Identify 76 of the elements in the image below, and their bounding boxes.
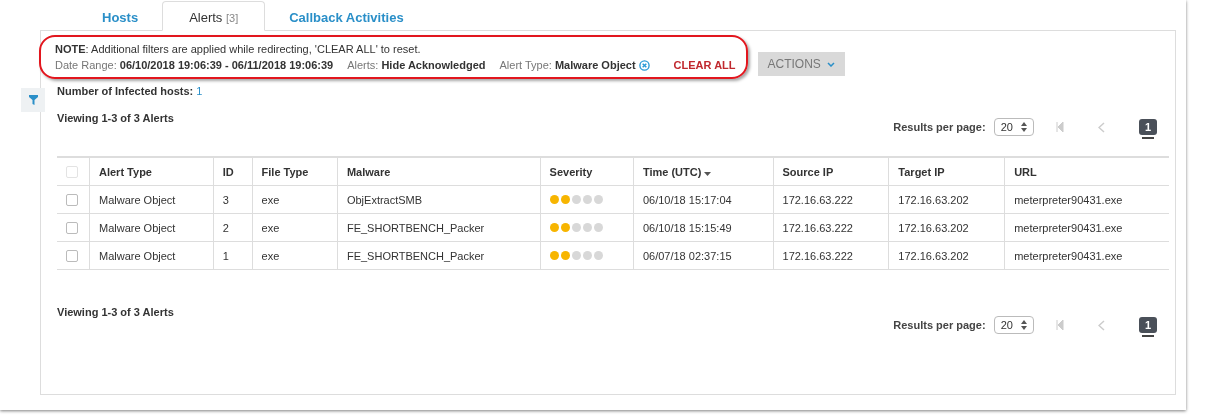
severity-dot	[560, 194, 570, 204]
row-checkbox[interactable]	[66, 194, 78, 207]
updown-icon	[1020, 122, 1027, 132]
table-cell: 172.16.63.222	[782, 249, 853, 262]
remove-icon[interactable]	[638, 59, 650, 71]
column-header[interactable]: URL	[1014, 165, 1037, 178]
filter-icon	[28, 95, 38, 105]
column-header[interactable]: Alert Type	[99, 165, 152, 178]
table-cell: exe	[261, 221, 280, 234]
table-cell: Malware Object	[99, 221, 176, 234]
severity-dot	[571, 222, 581, 232]
first-page-icon[interactable]	[1055, 122, 1064, 132]
severity-dot	[560, 250, 570, 260]
filter-value: Hide Acknowledged	[381, 59, 486, 71]
results-per-page-label: Results per page:	[893, 319, 986, 331]
viewing-count: Viewing 1-3 of 3 Alerts	[57, 306, 174, 320]
tab[interactable]: Hosts	[102, 4, 139, 31]
table-cell: 172.16.63.202	[898, 193, 969, 206]
note-text: NOTE: Additional filters are applied while redirecting, 'CLEAR ALL' to reset.	[55, 43, 422, 55]
table-cell: Malware Object	[99, 249, 176, 262]
table-cell: Malware Object	[99, 193, 176, 206]
first-page-icon[interactable]	[1055, 320, 1064, 330]
severity-dot	[593, 222, 603, 232]
filter-value: 06/10/2018 19:06:39 - 06/11/2018 19:06:39	[119, 59, 334, 71]
severity-dot	[593, 250, 603, 260]
severity-dot	[571, 194, 581, 204]
table-cell: meterpreter90431.exe	[1014, 221, 1123, 234]
column-header[interactable]: ID	[222, 165, 234, 178]
updown-icon	[1020, 320, 1027, 330]
viewing-count: Viewing 1-3 of 3 Alerts	[57, 112, 175, 124]
table-cell: FE_SHORTBENCH_Packer	[346, 221, 485, 234]
row-checkbox[interactable]	[66, 250, 78, 263]
table-cell: 172.16.63.222	[782, 193, 853, 206]
severity-dot	[582, 194, 592, 204]
filter-value: Malware Object	[554, 59, 636, 71]
clear-all-link[interactable]: CLEAR ALL	[673, 59, 736, 71]
filter-label: Alerts:	[347, 59, 379, 71]
infected-hosts-count: Number of Infected hosts: 1	[57, 85, 204, 97]
severity-dot	[593, 194, 603, 204]
severity-dot	[582, 250, 592, 260]
table-cell: 06/07/18 02:37:15	[642, 249, 732, 262]
severity-dot	[560, 222, 570, 232]
severity-dot	[549, 250, 559, 260]
row-checkbox[interactable]	[66, 222, 78, 235]
sort-caret-icon	[704, 171, 712, 176]
severity-dot	[571, 250, 581, 260]
table-cell: 172.16.63.222	[782, 221, 853, 234]
filter-label: Date Range:	[55, 59, 117, 71]
previous-page-icon[interactable]	[1097, 121, 1105, 133]
results-per-page-label: Results per page:	[893, 121, 986, 133]
table-cell: ObjExtractSMB	[346, 193, 423, 206]
table-cell: meterpreter90431.exe	[1014, 249, 1123, 262]
filter-toggle[interactable]	[21, 88, 45, 112]
filter-label: Alert Type:	[499, 59, 552, 71]
table-cell: 2	[222, 221, 229, 234]
tab[interactable]: Alerts [3]	[162, 1, 266, 31]
severity-dot	[549, 222, 559, 232]
previous-page-icon[interactable]	[1097, 319, 1105, 331]
per-page-select[interactable]: 20	[993, 118, 1034, 136]
table-cell: 172.16.63.202	[898, 249, 969, 262]
column-header[interactable]: Target IP	[898, 165, 945, 178]
table-cell: 06/10/18 15:15:49	[642, 221, 732, 234]
table-cell: 172.16.63.202	[898, 221, 969, 234]
table-cell: 06/10/18 15:17:04	[642, 193, 732, 206]
per-page-select[interactable]: 20	[993, 316, 1034, 334]
table-cell: meterpreter90431.exe	[1014, 193, 1123, 206]
table-cell: 1	[222, 249, 229, 262]
severity-dot	[549, 194, 559, 204]
chevron-down-icon	[826, 61, 835, 67]
column-header[interactable]: Malware	[346, 165, 391, 178]
tab[interactable]: Callback Activities	[289, 4, 404, 31]
table-cell: exe	[261, 249, 280, 262]
table-cell: FE_SHORTBENCH_Packer	[346, 249, 485, 262]
table-cell: exe	[261, 193, 280, 206]
severity-dot	[582, 222, 592, 232]
table-cell: 3	[222, 193, 229, 206]
